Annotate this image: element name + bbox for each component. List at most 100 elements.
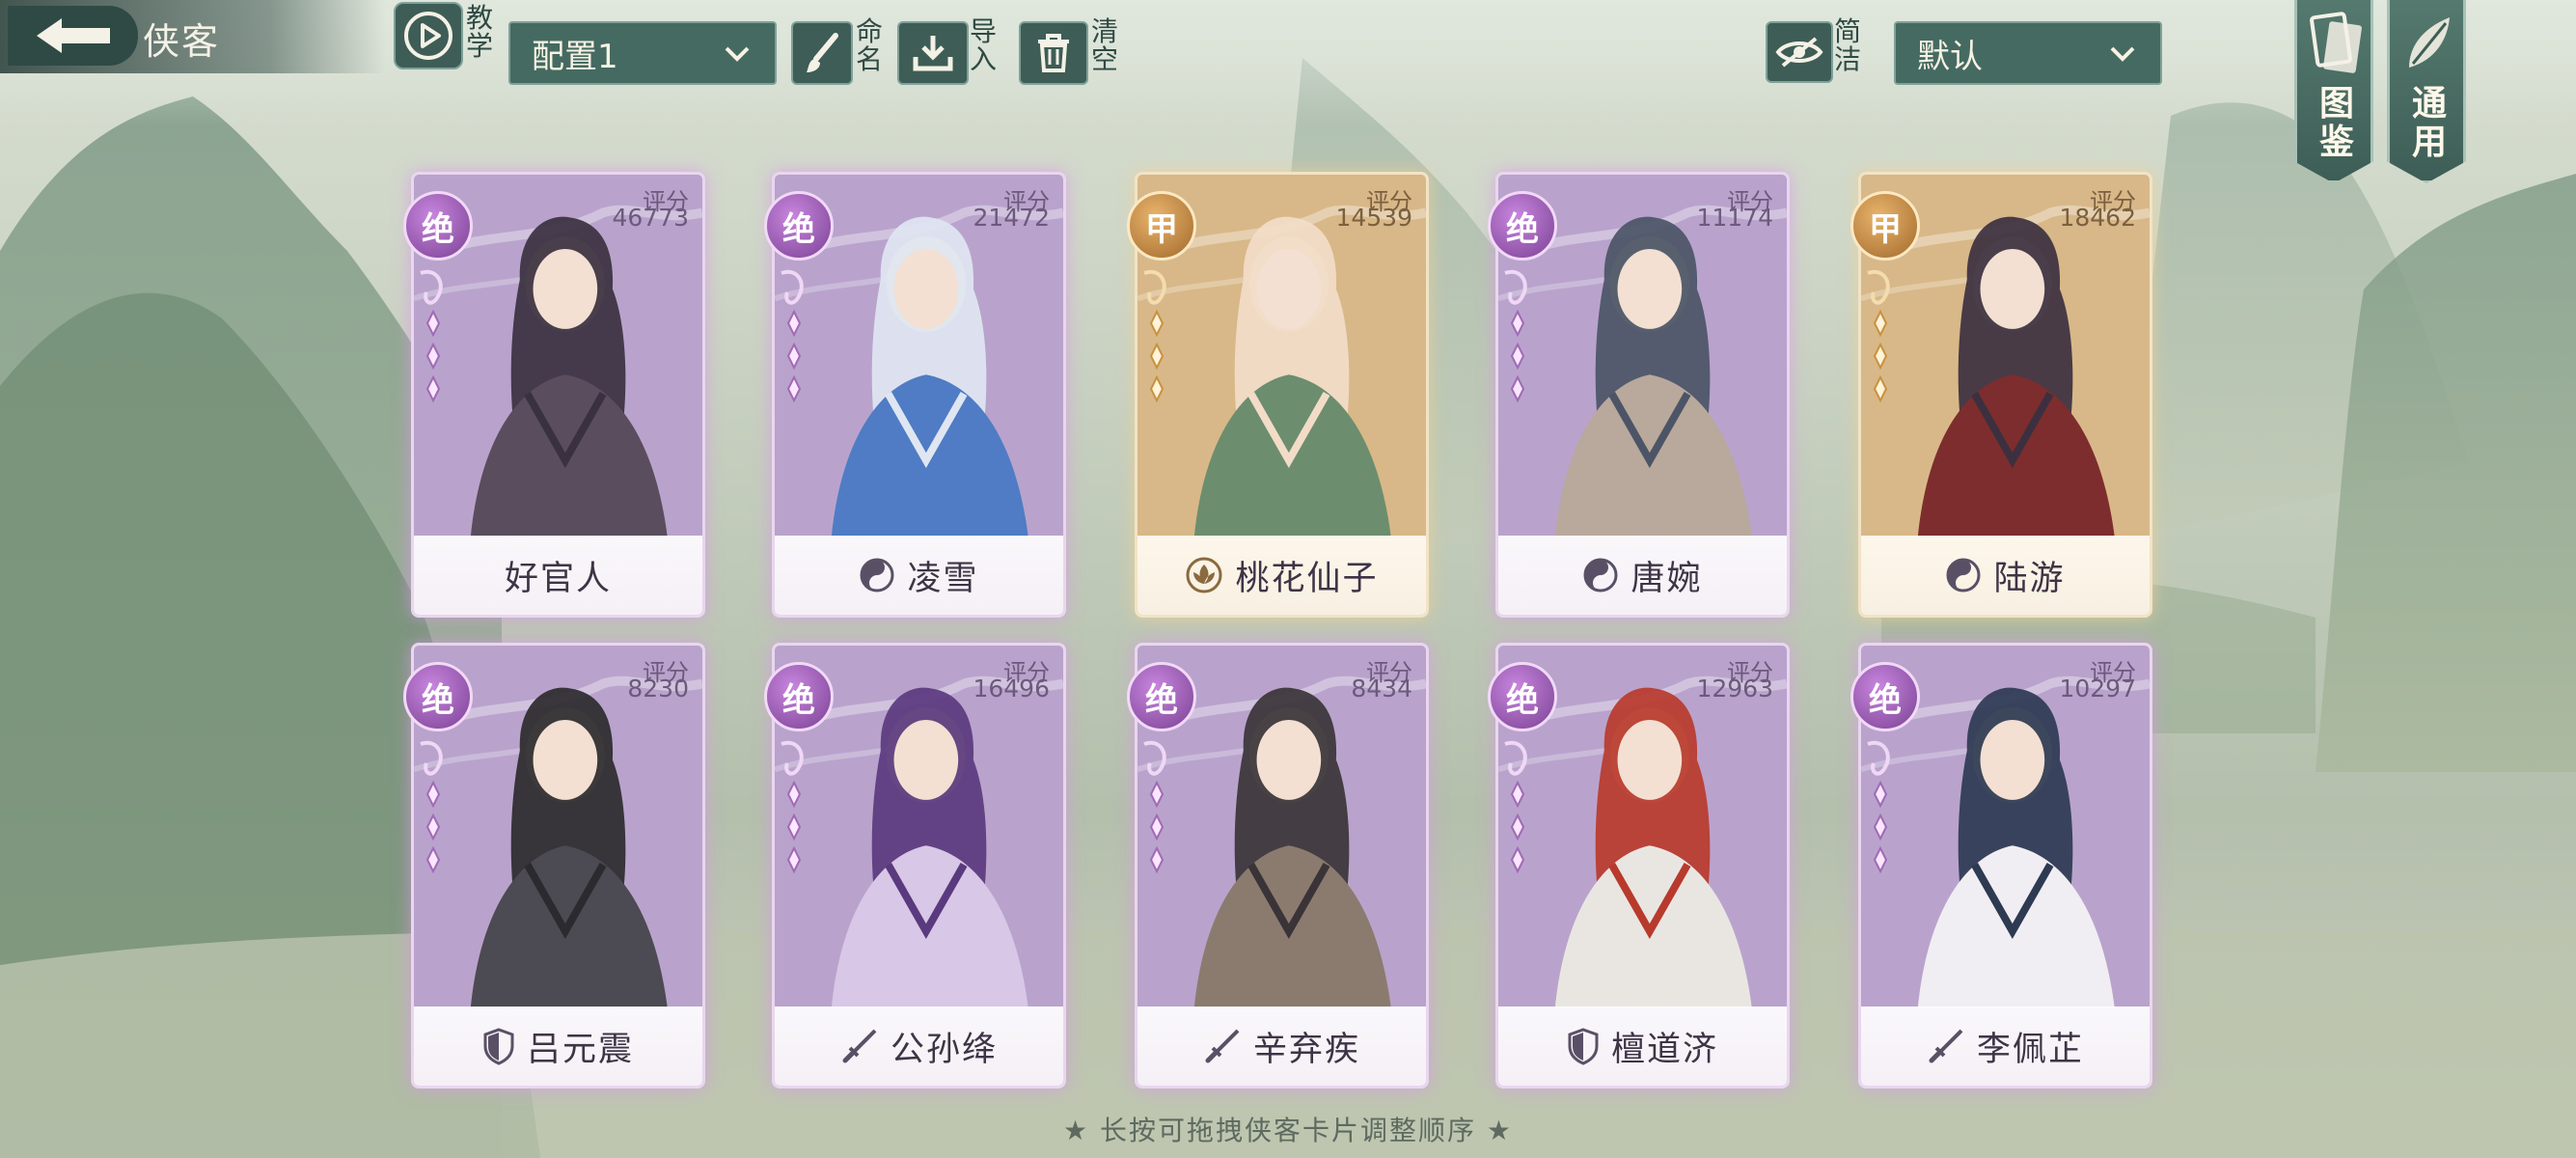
rank-badge: 甲 xyxy=(1850,191,1920,261)
config-select-value: 配置1 xyxy=(532,37,618,76)
name-bar: 唐婉 xyxy=(1498,536,1787,615)
hero-name: 公孙绛 xyxy=(890,1030,998,1069)
header-bar: 侠客 xyxy=(0,0,386,73)
hero-name: 好官人 xyxy=(504,559,612,598)
rename-button[interactable] xyxy=(791,21,853,85)
simple-label: 简洁 xyxy=(1833,15,1861,75)
top-fade xyxy=(0,0,2576,125)
lotus-icon xyxy=(1185,557,1223,593)
hero-card[interactable]: 评分 14539 桃花仙子甲 xyxy=(1127,172,1431,618)
yinyang-icon xyxy=(859,557,895,593)
download-icon xyxy=(913,36,953,71)
rank-badge: 甲 xyxy=(1127,191,1196,261)
score-value: 46773 xyxy=(612,204,689,232)
name-bar: 凌雪 xyxy=(775,536,1063,615)
name-bar: 好官人 xyxy=(414,536,702,615)
config-select[interactable]: 配置1 xyxy=(508,21,777,85)
hero-name: 李佩芷 xyxy=(1976,1030,2084,1069)
simple-view-button[interactable] xyxy=(1766,21,1833,83)
rename-label: 命名 xyxy=(855,15,883,75)
scroll-icon xyxy=(2409,17,2450,68)
sword-icon xyxy=(1203,1027,1242,1065)
arrow-left-icon xyxy=(36,18,110,53)
hero-card[interactable]: 评分 8434 辛弃疾绝 xyxy=(1127,643,1431,1089)
score-value: 21472 xyxy=(973,204,1050,232)
star-rank-icon xyxy=(1143,269,1166,403)
rank-badge: 绝 xyxy=(403,662,473,731)
hero-name: 檀道济 xyxy=(1610,1030,1718,1069)
hero-name: 辛弃疾 xyxy=(1252,1030,1360,1069)
hero-name: 吕元震 xyxy=(526,1030,634,1069)
rank-badge: 绝 xyxy=(1488,662,1557,731)
score-value: 16496 xyxy=(973,675,1050,703)
tutorial-label: 教学 xyxy=(465,2,493,62)
hero-card[interactable]: 评分 18462 陆游甲 xyxy=(1850,172,2154,618)
yinyang-icon xyxy=(1582,557,1619,593)
score-value: 10297 xyxy=(2059,675,2136,703)
back-button[interactable] xyxy=(8,6,138,66)
score-value: 12963 xyxy=(1696,675,1773,703)
hero-card[interactable]: 评分 10297 李佩芷绝 xyxy=(1850,643,2154,1089)
hero-name: 桃花仙子 xyxy=(1235,559,1379,598)
clear-label: 清空 xyxy=(1090,15,1118,75)
eye-hidden-icon xyxy=(1775,37,1823,68)
star-rank-icon xyxy=(1143,740,1166,874)
shield-icon xyxy=(1567,1027,1600,1065)
codex-label: 图鉴 xyxy=(2318,84,2354,162)
general-label: 通用 xyxy=(2411,84,2447,162)
star-rank-icon xyxy=(1504,740,1527,874)
star-rank-icon xyxy=(420,740,443,874)
name-bar: 檀道济 xyxy=(1498,1006,1787,1086)
general-button[interactable]: 通用 xyxy=(2387,0,2466,183)
hero-name: 唐婉 xyxy=(1631,559,1703,598)
star-rank-icon xyxy=(420,269,443,403)
brush-icon xyxy=(807,33,838,72)
play-icon xyxy=(404,12,452,60)
drag-hint: ★ 长按可拖拽侠客卡片调整顺序 ★ xyxy=(1062,1115,1513,1146)
hero-card[interactable]: 评分 12963 檀道济绝 xyxy=(1488,643,1792,1089)
yinyang-icon xyxy=(1945,557,1982,593)
name-bar: 桃花仙子 xyxy=(1137,536,1426,615)
chevron-down-icon xyxy=(725,46,750,62)
card-collection-icon xyxy=(2310,12,2362,73)
hero-card[interactable]: 评分 46773 好官人绝 xyxy=(403,172,707,618)
name-bar: 吕元震 xyxy=(414,1006,702,1086)
star-rank-icon xyxy=(1867,269,1890,403)
name-bar: 辛弃疾 xyxy=(1137,1006,1426,1086)
star-rank-icon xyxy=(1504,269,1527,403)
rank-badge: 绝 xyxy=(764,191,834,261)
star-rank-icon xyxy=(781,740,804,874)
name-bar: 李佩芷 xyxy=(1861,1006,2150,1086)
tutorial-button[interactable] xyxy=(394,2,463,69)
trash-icon xyxy=(1038,34,1069,72)
score-value: 18462 xyxy=(2059,204,2136,232)
import-label: 导入 xyxy=(969,15,997,75)
import-button[interactable] xyxy=(897,21,969,85)
star-rank-icon xyxy=(1867,740,1890,874)
shield-icon xyxy=(482,1027,515,1065)
score-value: 14539 xyxy=(1335,204,1412,232)
hero-card[interactable]: 评分 8230 吕元震绝 xyxy=(403,643,707,1089)
hero-name: 凌雪 xyxy=(907,559,979,598)
hero-name: 陆游 xyxy=(1993,559,2066,598)
rank-badge: 绝 xyxy=(764,662,834,731)
sort-select[interactable]: 默认 xyxy=(1894,21,2162,85)
page-title: 侠客 xyxy=(143,20,221,63)
sword-icon xyxy=(840,1027,879,1065)
sort-select-value: 默认 xyxy=(1917,37,1983,76)
hero-card[interactable]: 评分 16496 公孙绛绝 xyxy=(764,643,1068,1089)
score-value: 11174 xyxy=(1696,204,1773,232)
rank-badge: 绝 xyxy=(1488,191,1557,261)
chevron-down-icon xyxy=(2110,46,2135,62)
name-bar: 陆游 xyxy=(1861,536,2150,615)
rank-badge: 绝 xyxy=(1850,662,1920,731)
name-bar: 公孙绛 xyxy=(775,1006,1063,1086)
star-rank-icon xyxy=(781,269,804,403)
codex-button[interactable]: 图鉴 xyxy=(2294,0,2373,183)
clear-button[interactable] xyxy=(1019,21,1088,85)
hero-card[interactable]: 评分 21472 凌雪绝 xyxy=(764,172,1068,618)
hero-card[interactable]: 评分 11174 唐婉绝 xyxy=(1488,172,1792,618)
score-value: 8434 xyxy=(1351,675,1412,703)
sword-icon xyxy=(1927,1027,1965,1065)
score-value: 8230 xyxy=(627,675,689,703)
